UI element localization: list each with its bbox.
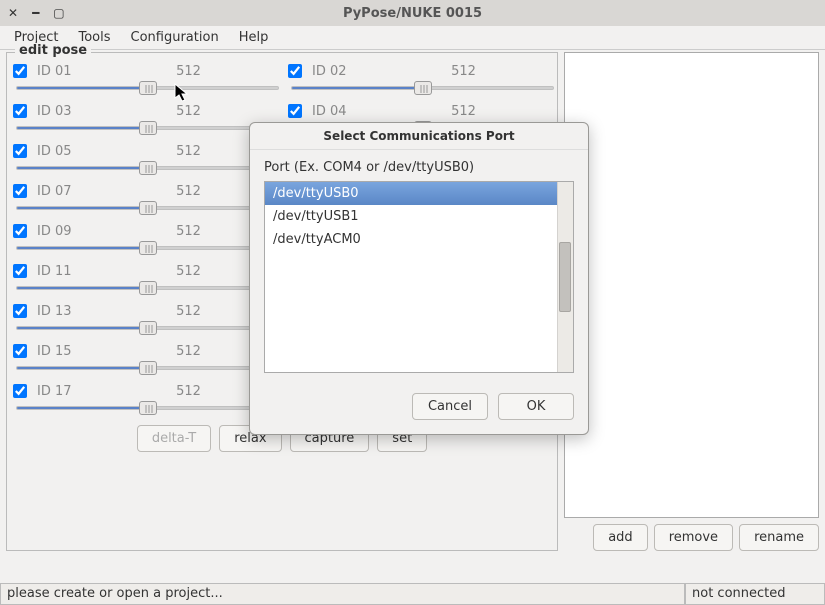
ok-button[interactable]: OK [498, 393, 574, 420]
scrollbar-track[interactable] [557, 182, 573, 372]
dialog-title: Select Communications Port [250, 123, 588, 150]
port-listbox[interactable]: /dev/ttyUSB0/dev/ttyUSB1/dev/ttyACM0 [264, 181, 574, 373]
port-option[interactable]: /dev/ttyUSB1 [265, 205, 557, 228]
scrollbar-thumb[interactable] [559, 242, 571, 312]
port-option[interactable]: /dev/ttyACM0 [265, 228, 557, 251]
cancel-button[interactable]: Cancel [412, 393, 488, 420]
port-dialog: Select Communications Port Port (Ex. COM… [249, 122, 589, 435]
port-option[interactable]: /dev/ttyUSB0 [265, 182, 557, 205]
dialog-label: Port (Ex. COM4 or /dev/ttyUSB0) [264, 160, 574, 175]
